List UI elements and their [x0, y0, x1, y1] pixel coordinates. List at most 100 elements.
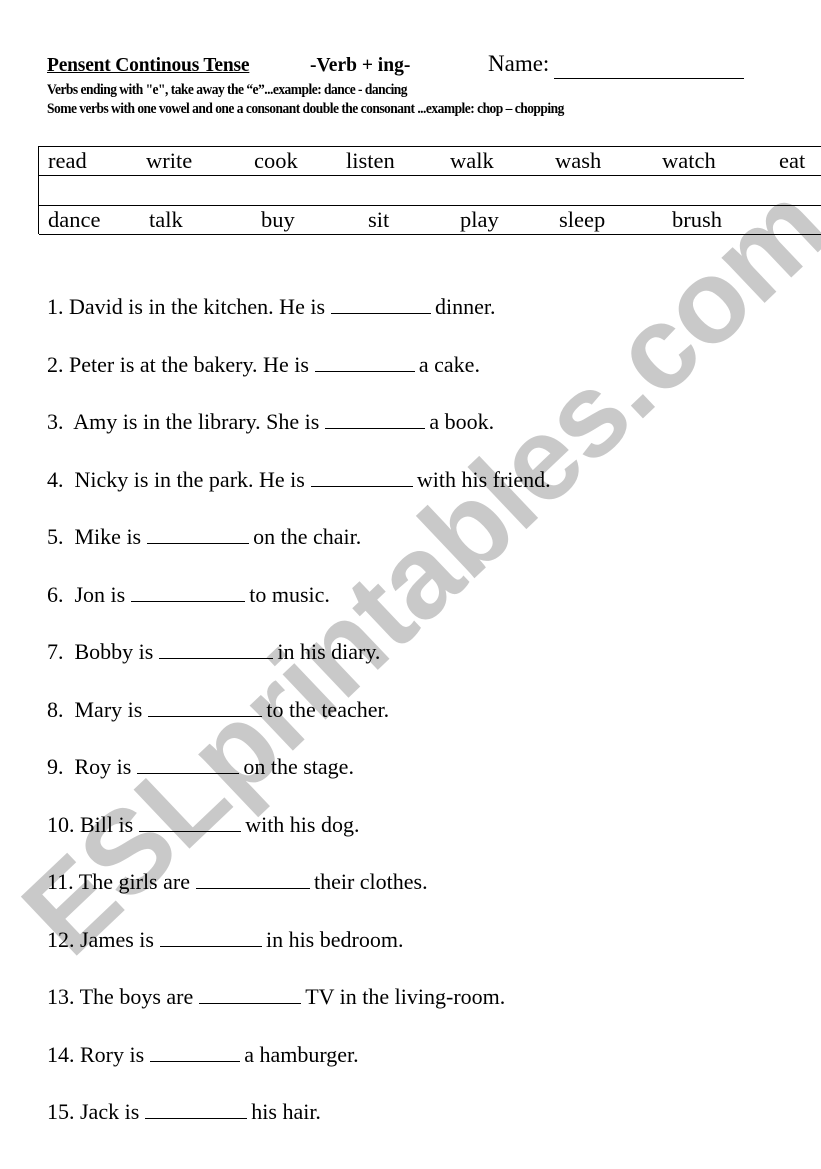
answer-blank[interactable]: [159, 640, 274, 659]
item-number: 6.: [47, 582, 64, 607]
item-number: 5.: [47, 524, 64, 549]
worksheet-title: Pensent Continous Tense: [47, 55, 250, 76]
verb-cell: walk: [450, 148, 494, 173]
exercise-item: 8. Mary is to the teacher.: [47, 698, 389, 721]
item-number: 8.: [47, 697, 64, 722]
verb-cell: talk: [149, 207, 183, 232]
item-number: 1.: [47, 294, 64, 319]
table-divider: [39, 175, 821, 176]
verb-cell: write: [146, 148, 193, 173]
answer-blank[interactable]: [145, 1100, 248, 1119]
item-text-after: a book.: [429, 409, 495, 434]
item-text-after: on the chair.: [253, 524, 362, 549]
item-text-after: a hamburger.: [244, 1042, 359, 1067]
exercise-item: 4. Nicky is in the park. He is with his f…: [47, 468, 551, 491]
answer-blank[interactable]: [159, 928, 262, 947]
item-number: 2.: [47, 352, 64, 377]
item-text-after: their clothes.: [313, 869, 428, 894]
item-text-before: Jon is: [69, 582, 126, 607]
item-text-before: Bill is: [80, 812, 134, 837]
item-text-after: on the stage.: [243, 754, 354, 779]
item-text-after: with his friend.: [416, 467, 551, 492]
verb-cell: listen: [346, 148, 395, 173]
item-text-before: James is: [80, 927, 154, 952]
table-border-bottom: [39, 234, 821, 235]
exercise-item: 10. Bill is with his dog.: [47, 813, 359, 836]
exercise-item: 14. Rory is a hamburger.: [47, 1043, 359, 1066]
item-number: 10.: [47, 812, 75, 837]
item-text-after: his hair.: [251, 1099, 321, 1124]
verb-cell: read: [48, 148, 87, 173]
verb-cell: watch: [662, 148, 716, 173]
exercise-item: 3. Amy is in the library. She is a book.: [47, 410, 494, 433]
item-number: 9.: [47, 754, 64, 779]
item-number: 14.: [47, 1042, 75, 1067]
answer-blank[interactable]: [150, 1043, 241, 1062]
worksheet: Pensent Continous Tense -Verb + ing- Nam…: [0, 0, 821, 1169]
item-number: 3.: [47, 409, 64, 434]
exercise-item: 12. James is in his bedroom.: [47, 928, 403, 951]
item-text-before: Nicky is in the park. He is: [69, 467, 305, 492]
item-number: 7.: [47, 639, 64, 664]
table-border-top: [39, 146, 821, 147]
exercise-item: 7. Bobby is in his diary.: [47, 640, 380, 663]
answer-blank[interactable]: [147, 525, 250, 544]
answer-blank[interactable]: [310, 468, 413, 487]
answer-blank[interactable]: [131, 583, 246, 602]
answer-blank[interactable]: [139, 813, 242, 832]
item-text-before: Bobby is: [69, 639, 154, 664]
answer-blank[interactable]: [325, 410, 426, 429]
exercise-item: 11. The girls are their clothes.: [47, 870, 428, 893]
verb-cell: sleep: [559, 207, 606, 232]
item-text-after: dinner.: [435, 294, 496, 319]
exercise-item: 2. Peter is at the bakery. He is a cake.: [47, 353, 480, 376]
table-divider: [39, 205, 821, 206]
exercise-item: 9. Roy is on the stage.: [47, 755, 354, 778]
item-text-after: in his diary.: [277, 639, 381, 664]
answer-blank[interactable]: [195, 870, 310, 889]
item-text-after: to the teacher.: [266, 697, 390, 722]
item-text-before: Peter is at the bakery. He is: [69, 352, 309, 377]
name-label: Name:: [488, 51, 550, 76]
item-text-after: TV in the living-room.: [305, 984, 506, 1009]
item-number: 15.: [47, 1099, 75, 1124]
item-text-before: Mary is: [69, 697, 143, 722]
verb-cell: eat: [779, 148, 806, 173]
verb-cell: dance: [48, 207, 101, 232]
verb-cell: brush: [672, 207, 722, 232]
header: Pensent Continous Tense -Verb + ing- Nam…: [47, 51, 744, 79]
verb-cell: wash: [555, 148, 602, 173]
item-text-before: The girls are: [78, 869, 190, 894]
item-text-after: a cake.: [418, 352, 480, 377]
item-text-before: David is in the kitchen. He is: [69, 294, 326, 319]
verb-cell: sit: [368, 207, 390, 232]
item-number: 11.: [47, 869, 74, 894]
item-text-before: Roy is: [69, 754, 132, 779]
exercise-item: 5. Mike is on the chair.: [47, 525, 361, 548]
answer-blank[interactable]: [331, 295, 432, 314]
answer-blank[interactable]: [199, 985, 302, 1004]
rule-double-consonant: Some verbs with one vowel and one a cons…: [47, 101, 564, 117]
item-text-after: in his bedroom.: [265, 927, 404, 952]
item-text-before: Mike is: [69, 524, 142, 549]
exercise-item: 15. Jack is his hair.: [47, 1100, 321, 1123]
answer-blank[interactable]: [314, 353, 415, 372]
rule-drop-e: Verbs ending with "e", take away the “e”…: [47, 82, 408, 98]
verb-cell: cook: [254, 148, 298, 173]
item-text-before: The boys are: [79, 984, 194, 1009]
item-text-before: Jack is: [80, 1099, 140, 1124]
name-field[interactable]: [554, 78, 744, 79]
answer-blank[interactable]: [148, 698, 263, 717]
exercise-item: 1. David is in the kitchen. He is dinner.: [47, 295, 496, 318]
item-text-before: Rory is: [80, 1042, 145, 1067]
answer-blank[interactable]: [137, 755, 240, 774]
verb-bank-table: read write cook listen walk wash watch e…: [38, 146, 821, 235]
verb-cell: buy: [261, 207, 295, 232]
item-text-before: Amy is in the library. She is: [69, 409, 320, 434]
item-number: 4.: [47, 467, 64, 492]
worksheet-subtitle: -Verb + ing-: [310, 55, 411, 76]
exercise-item: 6. Jon is to music.: [47, 583, 330, 606]
exercise-item: 13. The boys are TV in the living-room.: [47, 985, 505, 1008]
item-text-after: with his dog.: [245, 812, 360, 837]
item-text-after: to music.: [249, 582, 330, 607]
